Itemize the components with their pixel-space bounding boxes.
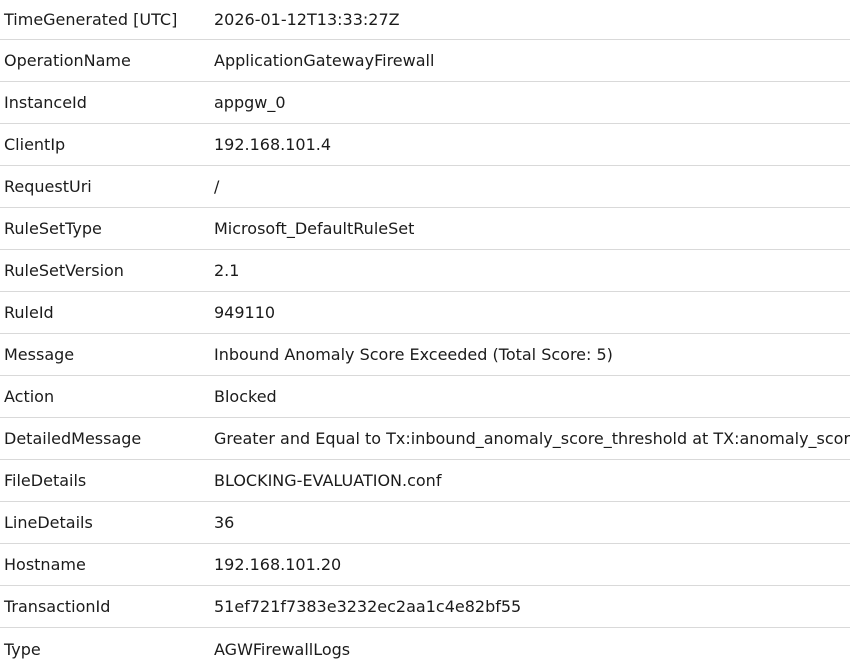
field-name: DetailedMessage	[4, 429, 142, 448]
record-row-message[interactable]: Message Inbound Anomaly Score Exceeded (…	[0, 334, 850, 376]
field-name: Type	[4, 639, 41, 659]
field-name: RequestUri	[4, 177, 92, 196]
field-value: ApplicationGatewayFirewall	[214, 51, 435, 70]
field-value: 36	[214, 513, 235, 532]
record-row-line-details[interactable]: LineDetails 36	[0, 502, 850, 544]
field-value: BLOCKING-EVALUATION.conf	[214, 471, 442, 490]
record-row-rule-set-type[interactable]: RuleSetType Microsoft_DefaultRuleSet	[0, 208, 850, 250]
field-name: RuleId	[4, 303, 54, 322]
field-value: Blocked	[214, 387, 277, 406]
record-row-client-ip[interactable]: ClientIp 192.168.101.4	[0, 124, 850, 166]
record-row-type[interactable]: Type AGWFirewallLogs	[0, 628, 850, 670]
field-value: 51ef721f7383e3232ec2aa1c4e82bf55	[214, 597, 522, 616]
record-row-action[interactable]: Action Blocked	[0, 376, 850, 418]
field-name: Hostname	[4, 555, 86, 574]
field-name: OperationName	[4, 51, 131, 70]
field-value: Inbound Anomaly Score Exceeded (Total Sc…	[214, 345, 613, 364]
record-row-file-details[interactable]: FileDetails BLOCKING-EVALUATION.conf	[0, 460, 850, 502]
record-row-operation-name[interactable]: OperationName ApplicationGatewayFirewall	[0, 40, 850, 82]
field-value: Microsoft_DefaultRuleSet	[214, 219, 415, 238]
field-name: RuleSetType	[4, 219, 102, 238]
field-name: Message	[4, 345, 75, 364]
record-row-time-generated[interactable]: TimeGenerated [UTC] 2026-01-12T13:33:27Z	[0, 0, 850, 40]
record-row-hostname[interactable]: Hostname 192.168.101.20	[0, 544, 850, 586]
record-row-transaction-id[interactable]: TransactionId 51ef721f7383e3232ec2aa1c4e…	[0, 586, 850, 628]
field-value: appgw_0	[214, 93, 286, 112]
field-name: InstanceId	[4, 93, 87, 112]
record-row-rule-id[interactable]: RuleId 949110	[0, 292, 850, 334]
record-row-rule-set-version[interactable]: RuleSetVersion 2.1	[0, 250, 850, 292]
field-value: 192.168.101.20	[214, 555, 342, 574]
field-name: Action	[4, 387, 55, 406]
field-name: LineDetails	[4, 513, 93, 532]
field-value: 2.1	[214, 261, 240, 280]
field-name: FileDetails	[4, 471, 87, 490]
field-value: /	[214, 177, 220, 196]
field-value: 192.168.101.4	[214, 135, 332, 154]
field-value: Greater and Equal to Tx:inbound_anomaly_…	[214, 429, 850, 448]
record-row-detailed-message[interactable]: DetailedMessage Greater and Equal to Tx:…	[0, 418, 850, 460]
field-value: 2026-01-12T13:33:27Z	[214, 10, 400, 29]
field-name: RuleSetVersion	[4, 261, 124, 280]
field-value: AGWFirewallLogs	[214, 639, 351, 659]
field-value: 949110	[214, 303, 276, 322]
record-row-request-uri[interactable]: RequestUri /	[0, 166, 850, 208]
field-name: TransactionId	[4, 597, 111, 616]
record-row-instance-id[interactable]: InstanceId appgw_0	[0, 82, 850, 124]
field-name: TimeGenerated [UTC]	[4, 10, 178, 29]
field-name: ClientIp	[4, 135, 66, 154]
log-record-details: TimeGenerated [UTC] 2026-01-12T13:33:27Z…	[0, 0, 850, 670]
